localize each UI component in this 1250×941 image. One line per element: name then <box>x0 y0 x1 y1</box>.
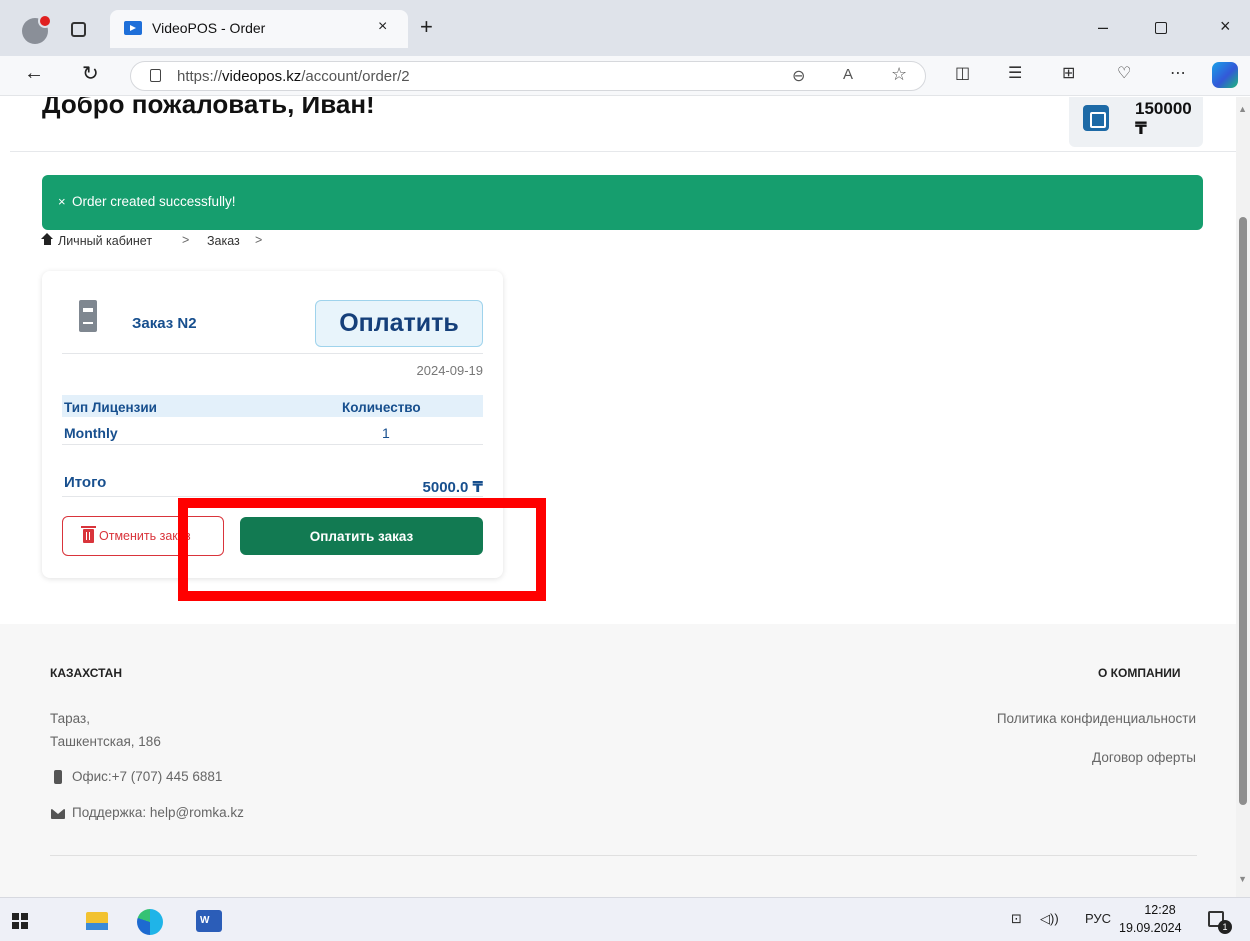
home-icon[interactable] <box>41 233 53 246</box>
scroll-up-icon[interactable]: ▲ <box>1238 104 1247 114</box>
divider <box>62 353 483 354</box>
success-alert: × Order created successfully! <box>42 175 1203 230</box>
split-screen-icon[interactable]: ◫ <box>955 63 970 83</box>
copilot-icon[interactable] <box>1212 62 1238 88</box>
offer-agreement-link[interactable]: Договор оферты <box>1092 750 1196 765</box>
order-title: Заказ N2 <box>132 315 197 332</box>
pay-top-button[interactable]: Оплатить <box>315 300 483 347</box>
pay-order-button[interactable]: Оплатить заказ <box>240 517 483 555</box>
balance-badge[interactable]: 150000 ₸ <box>1069 97 1203 147</box>
window-close-button[interactable]: × <box>1220 16 1231 37</box>
total-label: Итого <box>64 474 107 491</box>
clock-time[interactable]: 12:28 <box>1135 903 1185 917</box>
divider <box>62 496 483 497</box>
footer-divider <box>50 855 1197 856</box>
breadcrumb-separator: > <box>255 233 263 247</box>
address-bar[interactable]: https://videopos.kz/account/order/2 ⊖ A … <box>130 61 926 91</box>
file-explorer-icon[interactable] <box>86 912 108 930</box>
network-icon[interactable]: ⊡ <box>1011 911 1022 927</box>
tab-title: VideoPOS - Order <box>152 20 266 36</box>
browser-titlebar: VideoPOS - Order × + – × <box>0 0 1250 56</box>
scroll-down-icon[interactable]: ▼ <box>1238 874 1247 884</box>
divider <box>62 444 483 445</box>
favorites-icon[interactable]: ☰ <box>1008 63 1022 83</box>
receipt-icon <box>79 300 97 332</box>
input-language[interactable]: РУС <box>1085 911 1111 926</box>
footer-support-email[interactable]: Поддержка: help@romka.kz <box>72 805 244 820</box>
collections-icon[interactable]: ⊞ <box>1062 63 1075 83</box>
footer-heading-company: О КОМПАНИИ <box>1098 666 1181 680</box>
read-aloud-icon[interactable]: A <box>843 66 853 83</box>
welcome-heading: Добро пожаловать, Иван! <box>42 97 375 119</box>
window-restore-button[interactable] <box>1155 22 1167 34</box>
total-value: 5000.0 ₸ <box>422 479 483 496</box>
alert-close-icon[interactable]: × <box>58 194 66 209</box>
order-date: 2024-09-19 <box>416 363 484 378</box>
table-header: Тип Лицензии Количество <box>62 395 483 417</box>
footer-phone[interactable]: Офис:+7 (707) 445 6881 <box>72 769 222 784</box>
footer: КАЗАХСТАН О КОМПАНИИ Тараз, Ташкентская,… <box>0 624 1236 897</box>
breadcrumb-separator: > <box>182 233 190 247</box>
column-license-type: Тип Лицензии <box>64 400 157 415</box>
order-card: Заказ N2 Оплатить 2024-09-19 Тип Лицензи… <box>42 271 503 578</box>
privacy-policy-link[interactable]: Политика конфиденциальности <box>997 711 1196 726</box>
footer-city: Тараз, <box>50 711 90 726</box>
windows-taskbar: W ⊡ ◁)) РУС 12:28 19.09.2024 1 <box>0 897 1250 941</box>
breadcrumb-order-link[interactable]: Заказ <box>207 234 240 248</box>
mail-icon <box>51 809 65 819</box>
browser-essentials-icon[interactable]: ♡ <box>1117 63 1131 83</box>
tab-close-button[interactable]: × <box>378 18 387 36</box>
reload-icon[interactable]: ↻ <box>82 61 99 86</box>
phone-icon <box>54 770 62 784</box>
notification-count-badge: 1 <box>1218 920 1232 934</box>
footer-street: Ташкентская, 186 <box>50 734 161 749</box>
volume-icon[interactable]: ◁)) <box>1040 911 1059 927</box>
column-quantity: Количество <box>342 400 421 415</box>
balance-amount: 150000 ₸ <box>1135 99 1192 138</box>
windows-start-icon[interactable] <box>12 913 28 929</box>
tab-actions-icon[interactable] <box>71 22 86 37</box>
url-text[interactable]: https://videopos.kz/account/order/2 <box>177 68 410 85</box>
cancel-order-label: Отменить заказ <box>99 529 191 543</box>
alert-message: Order created successfully! <box>72 194 236 209</box>
more-menu-icon[interactable]: ⋯ <box>1170 63 1186 83</box>
window-minimize-button[interactable]: – <box>1098 17 1108 38</box>
cancel-order-button[interactable]: Отменить заказ <box>62 516 224 556</box>
clock-date[interactable]: 19.09.2024 <box>1119 921 1182 935</box>
wallet-icon <box>1083 105 1109 131</box>
favorite-star-icon[interactable]: ☆ <box>891 64 907 85</box>
table-cell-quantity: 1 <box>382 425 390 441</box>
edge-browser-icon[interactable] <box>137 909 163 935</box>
browser-tab[interactable]: VideoPOS - Order × <box>110 10 408 48</box>
site-info-lock-icon[interactable] <box>150 69 161 82</box>
page-viewport: Добро пожаловать, Иван! 150000 ₸ × Order… <box>0 97 1250 897</box>
new-tab-button[interactable]: + <box>420 14 433 40</box>
breadcrumb-account-link[interactable]: Личный кабинет <box>58 234 152 248</box>
scrollbar-thumb[interactable] <box>1239 217 1247 805</box>
footer-heading-country: КАЗАХСТАН <box>50 666 122 680</box>
table-cell-license-type: Monthly <box>64 425 118 441</box>
profile-avatar-icon[interactable] <box>22 14 52 44</box>
back-arrow-icon[interactable]: ← <box>24 62 44 85</box>
word-app-icon[interactable]: W <box>196 910 222 932</box>
trash-icon <box>81 526 96 543</box>
videopos-favicon-icon <box>124 21 142 35</box>
zoom-icon[interactable]: ⊖ <box>792 66 805 86</box>
